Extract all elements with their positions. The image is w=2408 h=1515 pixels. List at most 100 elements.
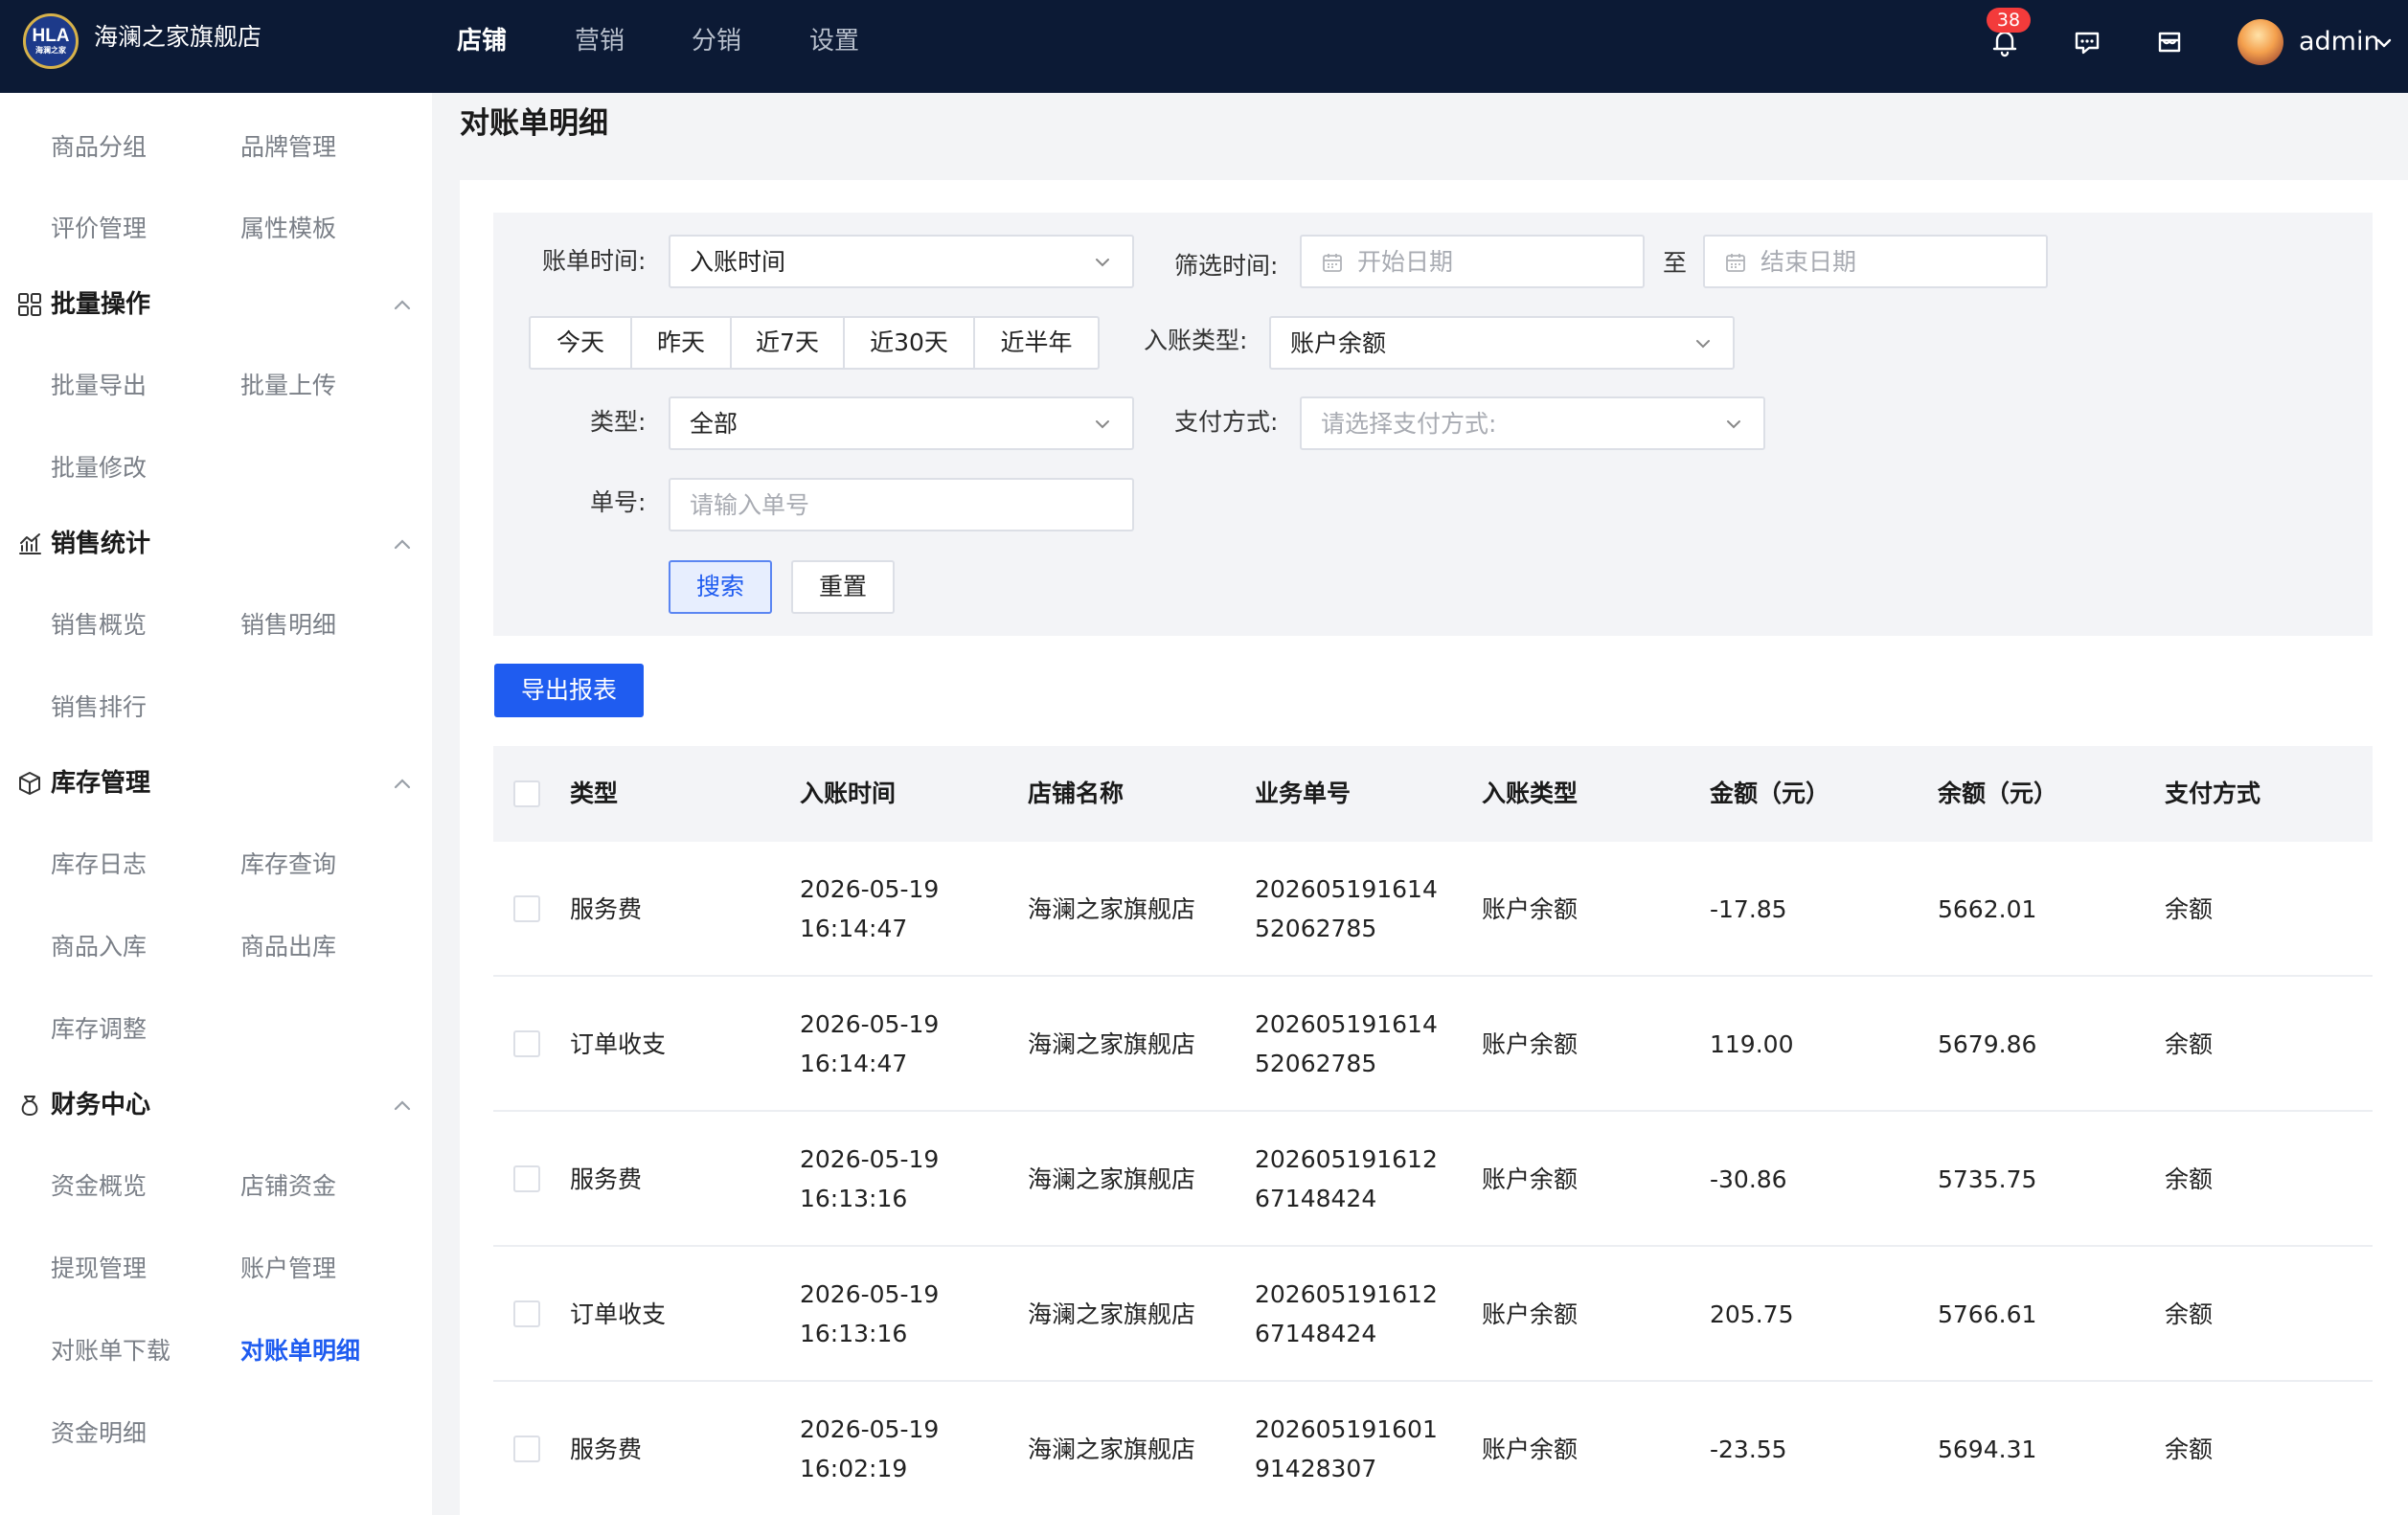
type-select[interactable]: 全部 xyxy=(669,396,1134,450)
top-navigation-bar: 海澜之家 HLA 海澜之家 海澜之家旗舰店 店铺 营销 分销 设置 38 adm… xyxy=(0,0,2408,93)
table-row[interactable]: 订单收支 2026-05-19 16:14:47 海澜之家旗舰店 20260519… xyxy=(493,977,2373,1112)
row-checkbox[interactable] xyxy=(513,1436,540,1462)
sidebar-item-product-group[interactable]: 商品分组 xyxy=(51,131,147,164)
entry-type-select[interactable]: 账户余额 xyxy=(1269,316,1735,370)
chevron-up-icon[interactable] xyxy=(391,533,414,556)
cell-amount: -17.85 xyxy=(1710,895,1787,923)
row-checkbox[interactable] xyxy=(513,1030,540,1057)
table-row[interactable]: 订单收支 2026-05-19 16:13:16 海澜之家旗舰店 20260519… xyxy=(493,1247,2373,1382)
sidebar-group-finance[interactable]: 财务中心 xyxy=(51,1088,150,1122)
sidebar-item-sales-detail[interactable]: 销售明细 xyxy=(240,609,336,642)
bill-time-select[interactable]: 入账时间 xyxy=(669,235,1134,288)
chevron-up-icon[interactable] xyxy=(391,294,414,317)
sidebar-group-inventory[interactable]: 库存管理 xyxy=(51,766,150,801)
row-checkbox[interactable] xyxy=(513,895,540,922)
pay-method-label: 支付方式: xyxy=(1174,408,1279,436)
cell-type: 服务费 xyxy=(570,1436,643,1463)
row-checkbox[interactable] xyxy=(513,1165,540,1192)
sidebar-item-fund-detail[interactable]: 资金明细 xyxy=(51,1417,147,1450)
table-row[interactable]: 服务费 2026-05-19 16:13:16 海澜之家旗舰店 202605191… xyxy=(493,1112,2373,1247)
row-checkbox[interactable] xyxy=(513,1300,540,1327)
quick-range-7days[interactable]: 近7天 xyxy=(730,318,843,368)
sidebar-item-brand[interactable]: 品牌管理 xyxy=(240,131,336,164)
sidebar-item-inventory-log[interactable]: 库存日志 xyxy=(51,848,147,881)
sidebar-item-inventory-query[interactable]: 库存查询 xyxy=(240,848,336,881)
sidebar-group-sales[interactable]: 销售统计 xyxy=(51,527,150,561)
sidebar-item-attribute-template[interactable]: 属性模板 xyxy=(240,213,336,245)
chevron-down-icon xyxy=(1692,333,1714,354)
pay-method-select[interactable]: 请选择支付方式: xyxy=(1300,396,1765,450)
nav-tab-store[interactable]: 店铺 xyxy=(457,24,507,58)
table-row[interactable]: 服务费 2026-05-19 16:14:47 海澜之家旗舰店 202605191… xyxy=(493,842,2373,977)
sidebar-item-stock-out[interactable]: 商品出库 xyxy=(240,931,336,963)
nav-tab-marketing[interactable]: 营销 xyxy=(575,24,625,58)
calendar-icon xyxy=(1724,251,1747,274)
sidebar-item-store-funds[interactable]: 店铺资金 xyxy=(240,1170,336,1203)
sidebar-item-batch-export[interactable]: 批量导出 xyxy=(51,370,147,402)
sidebar-item-statement-download[interactable]: 对账单下载 xyxy=(51,1335,170,1368)
sidebar-item-sales-ranking[interactable]: 销售排行 xyxy=(51,691,147,724)
sidebar-item-stock-adjust[interactable]: 库存调整 xyxy=(51,1013,147,1046)
sidebar-group-batch[interactable]: 批量操作 xyxy=(51,287,150,322)
cell-entry-time: 2026-05-19 16:14:47 xyxy=(800,1005,939,1083)
cell-business-no-line2: 91428307 xyxy=(1255,1455,1377,1482)
chevron-down-icon[interactable] xyxy=(2374,33,2395,54)
end-date-input[interactable]: 结束日期 xyxy=(1703,235,2048,288)
chevron-up-icon[interactable] xyxy=(391,773,414,796)
cell-business-no-line2: 52062785 xyxy=(1255,915,1377,942)
cell-pay-method: 余额 xyxy=(2165,1436,2214,1463)
start-date-placeholder: 开始日期 xyxy=(1357,248,1454,276)
nav-tab-distribution[interactable]: 分销 xyxy=(692,24,741,58)
shop-name: 海澜之家旗舰店 xyxy=(94,23,262,51)
chevron-up-icon[interactable] xyxy=(391,1095,414,1118)
export-report-button[interactable]: 导出报表 xyxy=(494,664,644,717)
order-no-input[interactable]: 请输入单号 xyxy=(669,478,1134,531)
nav-tab-settings[interactable]: 设置 xyxy=(809,24,859,58)
table-row[interactable]: 服务费 2026-05-19 16:02:19 海澜之家旗舰店 202605191… xyxy=(493,1382,2373,1515)
cell-entry-time: 2026-05-19 16:14:47 xyxy=(800,870,939,948)
start-date-input[interactable]: 开始日期 xyxy=(1300,235,1645,288)
cell-entry-type: 账户余额 xyxy=(1482,1436,1579,1463)
pay-method-placeholder: 请选择支付方式: xyxy=(1321,410,1497,438)
shop-logo[interactable]: 海澜之家 HLA 海澜之家 xyxy=(23,13,79,69)
cell-date: 2026-05-19 xyxy=(800,1010,940,1038)
quick-range-half-year[interactable]: 近半年 xyxy=(973,318,1098,368)
avatar[interactable] xyxy=(2238,19,2283,65)
sidebar-item-batch-modify[interactable]: 批量修改 xyxy=(51,452,147,485)
column-header-entry-type: 入账类型 xyxy=(1482,780,1579,807)
order-no-placeholder: 请输入单号 xyxy=(690,491,810,519)
quick-range-yesterday[interactable]: 昨天 xyxy=(630,318,730,368)
sidebar-item-account[interactable]: 账户管理 xyxy=(240,1253,336,1285)
cell-business-no-line2: 67148424 xyxy=(1255,1185,1377,1212)
sidebar-item-withdraw[interactable]: 提现管理 xyxy=(51,1253,147,1285)
column-header-pay-method: 支付方式 xyxy=(2165,780,2261,807)
sidebar-item-statement-detail[interactable]: 对账单明细 xyxy=(240,1335,360,1368)
sidebar-item-stock-in[interactable]: 商品入库 xyxy=(51,931,147,963)
filter-time-label: 筛选时间: xyxy=(1174,252,1279,280)
quick-range-30days[interactable]: 近30天 xyxy=(843,318,973,368)
quick-range-today[interactable]: 今天 xyxy=(531,318,630,368)
sidebar-item-sales-overview[interactable]: 销售概览 xyxy=(51,609,147,642)
message-icon[interactable] xyxy=(2068,23,2106,61)
sidebar-item-batch-upload[interactable]: 批量上传 xyxy=(240,370,336,402)
cell-time: 16:02:19 xyxy=(800,1455,908,1482)
chevron-down-icon xyxy=(1723,414,1744,435)
cell-amount: 119.00 xyxy=(1710,1030,1794,1058)
cell-time: 16:14:47 xyxy=(800,1050,908,1077)
store-icon[interactable] xyxy=(2150,23,2189,61)
cell-business-no-line1: 202605191614 xyxy=(1255,875,1438,903)
cell-pay-method: 余额 xyxy=(2165,1030,2214,1058)
cell-business-no-line1: 202605191614 xyxy=(1255,1010,1438,1038)
sidebar-item-fund-overview[interactable]: 资金概览 xyxy=(51,1170,147,1203)
reset-button[interactable]: 重置 xyxy=(791,560,895,614)
cell-entry-time: 2026-05-19 16:13:16 xyxy=(800,1275,939,1353)
cell-business-no: 202605191601 91428307 xyxy=(1255,1410,1438,1488)
search-button[interactable]: 搜索 xyxy=(669,560,772,614)
sidebar-item-review[interactable]: 评价管理 xyxy=(51,213,147,245)
username[interactable]: admin xyxy=(2299,25,2380,59)
cell-business-no: 202605191614 52062785 xyxy=(1255,1005,1438,1083)
cell-business-no: 202605191614 52062785 xyxy=(1255,870,1438,948)
column-header-type: 类型 xyxy=(570,780,619,807)
select-all-checkbox[interactable] xyxy=(513,780,540,807)
cell-time: 16:13:16 xyxy=(800,1320,908,1347)
